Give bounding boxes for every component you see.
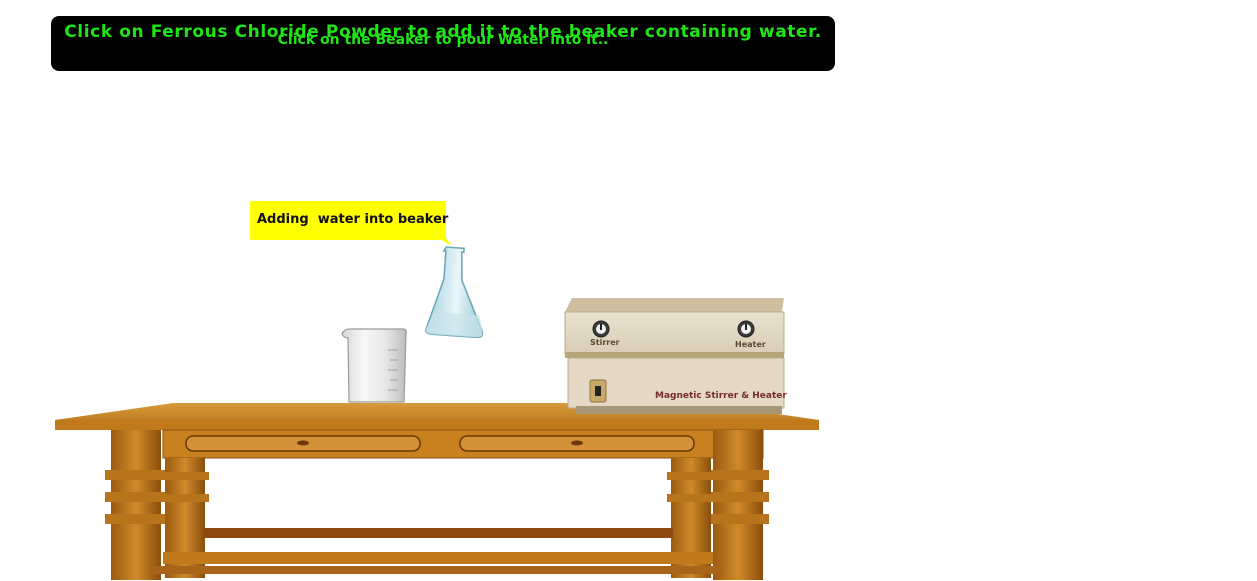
device-name-label: Magnetic Stirrer & Heater: [655, 391, 787, 401]
stirrer-label: Stirrer: [590, 338, 620, 347]
status-callout: Adding water into beaker: [250, 201, 449, 240]
instruction-banner: Click on Ferrous Chloride Powder to add …: [51, 16, 835, 71]
stirrer-knob-icon[interactable]: [592, 320, 610, 338]
power-switch-icon[interactable]: [589, 379, 607, 403]
lab-table: [55, 403, 819, 580]
instruction-overlay-text: Click on the Beaker to pour Water into i…: [277, 32, 609, 48]
heater-knob-icon[interactable]: [737, 320, 755, 338]
callout-text: Adding water into beaker: [257, 212, 449, 227]
flask-icon[interactable]: [422, 242, 495, 344]
heater-label: Heater: [735, 340, 766, 349]
beaker-icon[interactable]: [340, 326, 410, 406]
